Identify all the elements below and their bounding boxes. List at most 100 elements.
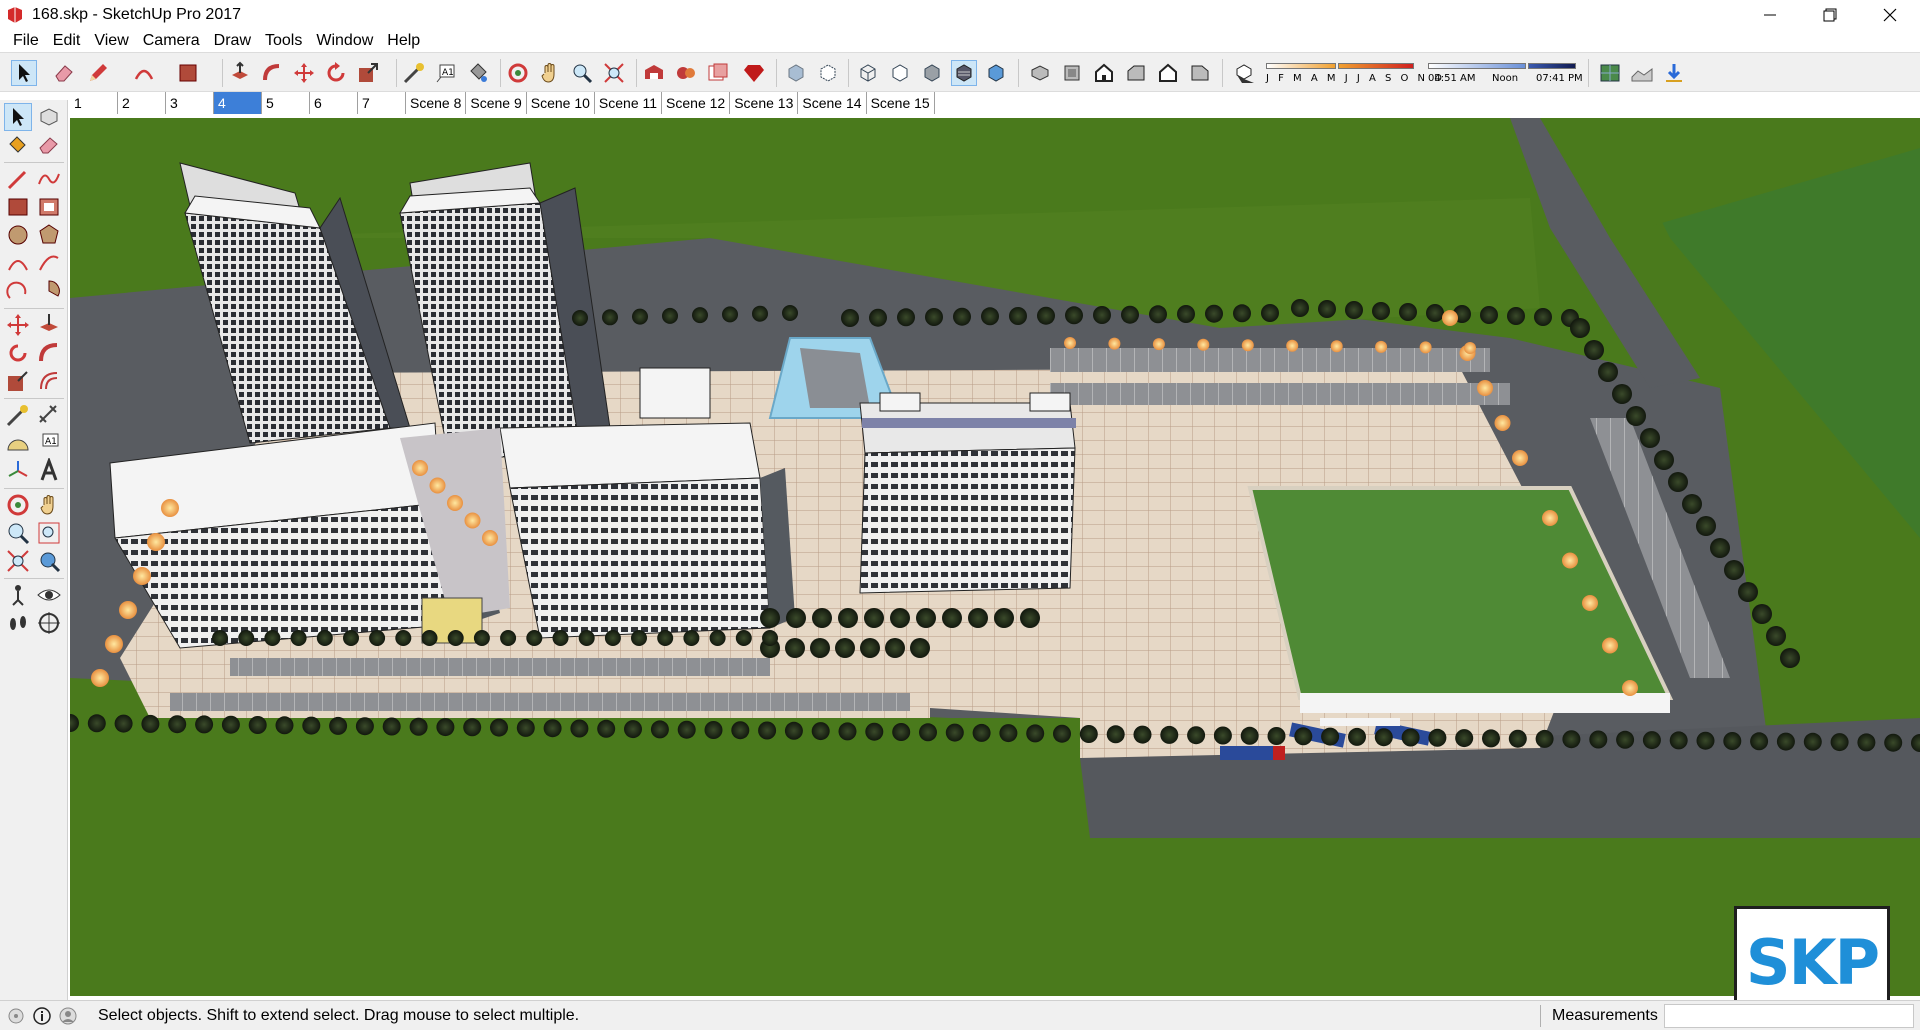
left-walk-tool[interactable] — [5, 610, 31, 636]
paint-bucket-tool-button[interactable] — [466, 61, 490, 85]
monochrome-style-button[interactable] — [984, 61, 1008, 85]
left-text-tool[interactable]: A1 — [36, 430, 62, 456]
add-location-button[interactable] — [1662, 61, 1686, 85]
user-account-icon[interactable] — [58, 1006, 78, 1026]
top-view-button[interactable] — [1060, 61, 1084, 85]
menu-tools[interactable]: Tools — [258, 30, 309, 52]
left-push-pull-tool[interactable] — [36, 312, 62, 338]
menu-draw[interactable]: Draw — [207, 30, 258, 52]
left-view-button[interactable] — [1188, 61, 1212, 85]
left-rotated-rectangle-tool[interactable] — [36, 194, 62, 220]
rectangle-tool-button[interactable] — [176, 61, 200, 85]
left-make-component-tool[interactable] — [36, 104, 62, 130]
left-line-tool[interactable] — [5, 166, 31, 192]
menu-view[interactable]: View — [87, 30, 135, 52]
left-select-tool[interactable] — [4, 103, 32, 131]
left-zoom-window-tool[interactable] — [36, 520, 62, 546]
left-tape-measure-tool[interactable] — [5, 402, 31, 428]
back-edges-style-button[interactable] — [816, 61, 840, 85]
zoom-extents-tool-button[interactable] — [602, 61, 626, 85]
menu-camera[interactable]: Camera — [136, 30, 207, 52]
left-protractor-tool[interactable] — [5, 430, 31, 456]
shadows-toggle-button[interactable] — [1232, 61, 1256, 85]
wireframe-style-button[interactable] — [856, 61, 880, 85]
send-to-layout-button[interactable] — [706, 61, 730, 85]
ruby-console-button[interactable] — [742, 61, 766, 85]
menu-window[interactable]: Window — [309, 30, 380, 52]
geolocation-status-icon[interactable] — [6, 1006, 26, 1026]
pencil-tool-button[interactable] — [86, 61, 110, 85]
iso-view-button[interactable] — [1028, 61, 1052, 85]
model-viewport[interactable] — [70, 118, 1920, 996]
left-section-plane-tool[interactable] — [36, 610, 62, 636]
back-view-button[interactable] — [1156, 61, 1180, 85]
scene-tab-2[interactable]: 2 — [118, 92, 166, 114]
eraser-tool-button[interactable] — [52, 61, 76, 85]
scene-tab-14[interactable]: Scene 14 — [798, 92, 867, 114]
close-button[interactable] — [1860, 0, 1920, 30]
rotate-tool-button[interactable] — [324, 61, 348, 85]
scene-tab-12[interactable]: Scene 12 — [662, 92, 731, 114]
right-view-button[interactable] — [1124, 61, 1148, 85]
scene-tab-13[interactable]: Scene 13 — [730, 92, 799, 114]
scene-tab-5[interactable]: 5 — [262, 92, 310, 114]
scene-tab-6[interactable]: 6 — [310, 92, 358, 114]
left-circle-tool[interactable] — [5, 222, 31, 248]
left-move-tool[interactable] — [5, 312, 31, 338]
scene-tab-15[interactable]: Scene 15 — [866, 92, 935, 114]
sandbox-button[interactable] — [1630, 61, 1654, 85]
left-position-camera-tool[interactable] — [5, 582, 31, 608]
scale-tool-button[interactable] — [356, 61, 380, 85]
arc-tool-button[interactable] — [132, 61, 156, 85]
text-tool-button[interactable]: A1 — [434, 61, 458, 85]
xray-style-button[interactable] — [784, 61, 808, 85]
geo-location-button[interactable] — [1598, 61, 1622, 85]
follow-me-tool-button[interactable] — [260, 61, 284, 85]
scene-tab-11[interactable]: Scene 11 — [594, 92, 663, 114]
left-previous-view-tool[interactable] — [36, 548, 62, 574]
left-freehand-tool[interactable] — [36, 166, 62, 192]
3d-warehouse-button[interactable] — [642, 61, 666, 85]
left-pan-tool[interactable] — [36, 492, 62, 518]
move-tool-button[interactable] — [292, 61, 316, 85]
left-rectangle-tool[interactable] — [5, 194, 31, 220]
minimize-button[interactable] — [1740, 0, 1800, 30]
left-zoom-extents-tool[interactable] — [5, 548, 31, 574]
hidden-line-style-button[interactable] — [888, 61, 912, 85]
select-tool-button[interactable] — [11, 60, 37, 86]
left-orbit-tool[interactable] — [5, 492, 31, 518]
shaded-style-button[interactable] — [920, 61, 944, 85]
restore-button[interactable] — [1800, 0, 1860, 30]
left-zoom-tool[interactable] — [5, 520, 31, 546]
left-offset-tool[interactable] — [36, 368, 62, 394]
scene-tab-7[interactable]: 7 — [358, 92, 406, 114]
menu-file[interactable]: File — [6, 30, 46, 52]
left-pie-tool[interactable] — [36, 278, 62, 304]
left-follow-me-tool[interactable] — [36, 340, 62, 366]
scene-tab-9[interactable]: Scene 9 — [466, 92, 527, 114]
tape-measure-tool-button[interactable] — [402, 61, 426, 85]
left-dimension-tool[interactable] — [36, 402, 62, 428]
menu-help[interactable]: Help — [380, 30, 427, 52]
left-polygon-tool[interactable] — [36, 222, 62, 248]
orbit-tool-button[interactable] — [506, 61, 530, 85]
menu-edit[interactable]: Edit — [46, 30, 88, 52]
front-view-button[interactable] — [1092, 61, 1116, 85]
left-3point-arc-tool[interactable] — [5, 278, 31, 304]
left-paint-bucket-tool[interactable] — [5, 132, 31, 158]
left-look-around-tool[interactable] — [36, 582, 62, 608]
left-2point-arc-tool[interactable] — [36, 250, 62, 276]
push-pull-tool-button[interactable] — [228, 61, 252, 85]
pan-tool-button[interactable] — [538, 61, 562, 85]
scene-tab-8[interactable]: Scene 8 — [406, 92, 467, 114]
left-arc-tool[interactable] — [5, 250, 31, 276]
extension-warehouse-button[interactable] — [674, 61, 698, 85]
scene-tab-1[interactable]: 1 — [70, 92, 118, 114]
shaded-textures-style-button[interactable] — [951, 60, 977, 86]
left-rotate-tool[interactable] — [5, 340, 31, 366]
measurements-input[interactable] — [1664, 1004, 1914, 1028]
scene-tab-10[interactable]: Scene 10 — [526, 92, 595, 114]
shadow-date-slider[interactable]: J F M A M J J A S O N D — [1266, 63, 1442, 89]
left-eraser-tool[interactable] — [36, 132, 62, 158]
scene-tab-3[interactable]: 3 — [166, 92, 214, 114]
